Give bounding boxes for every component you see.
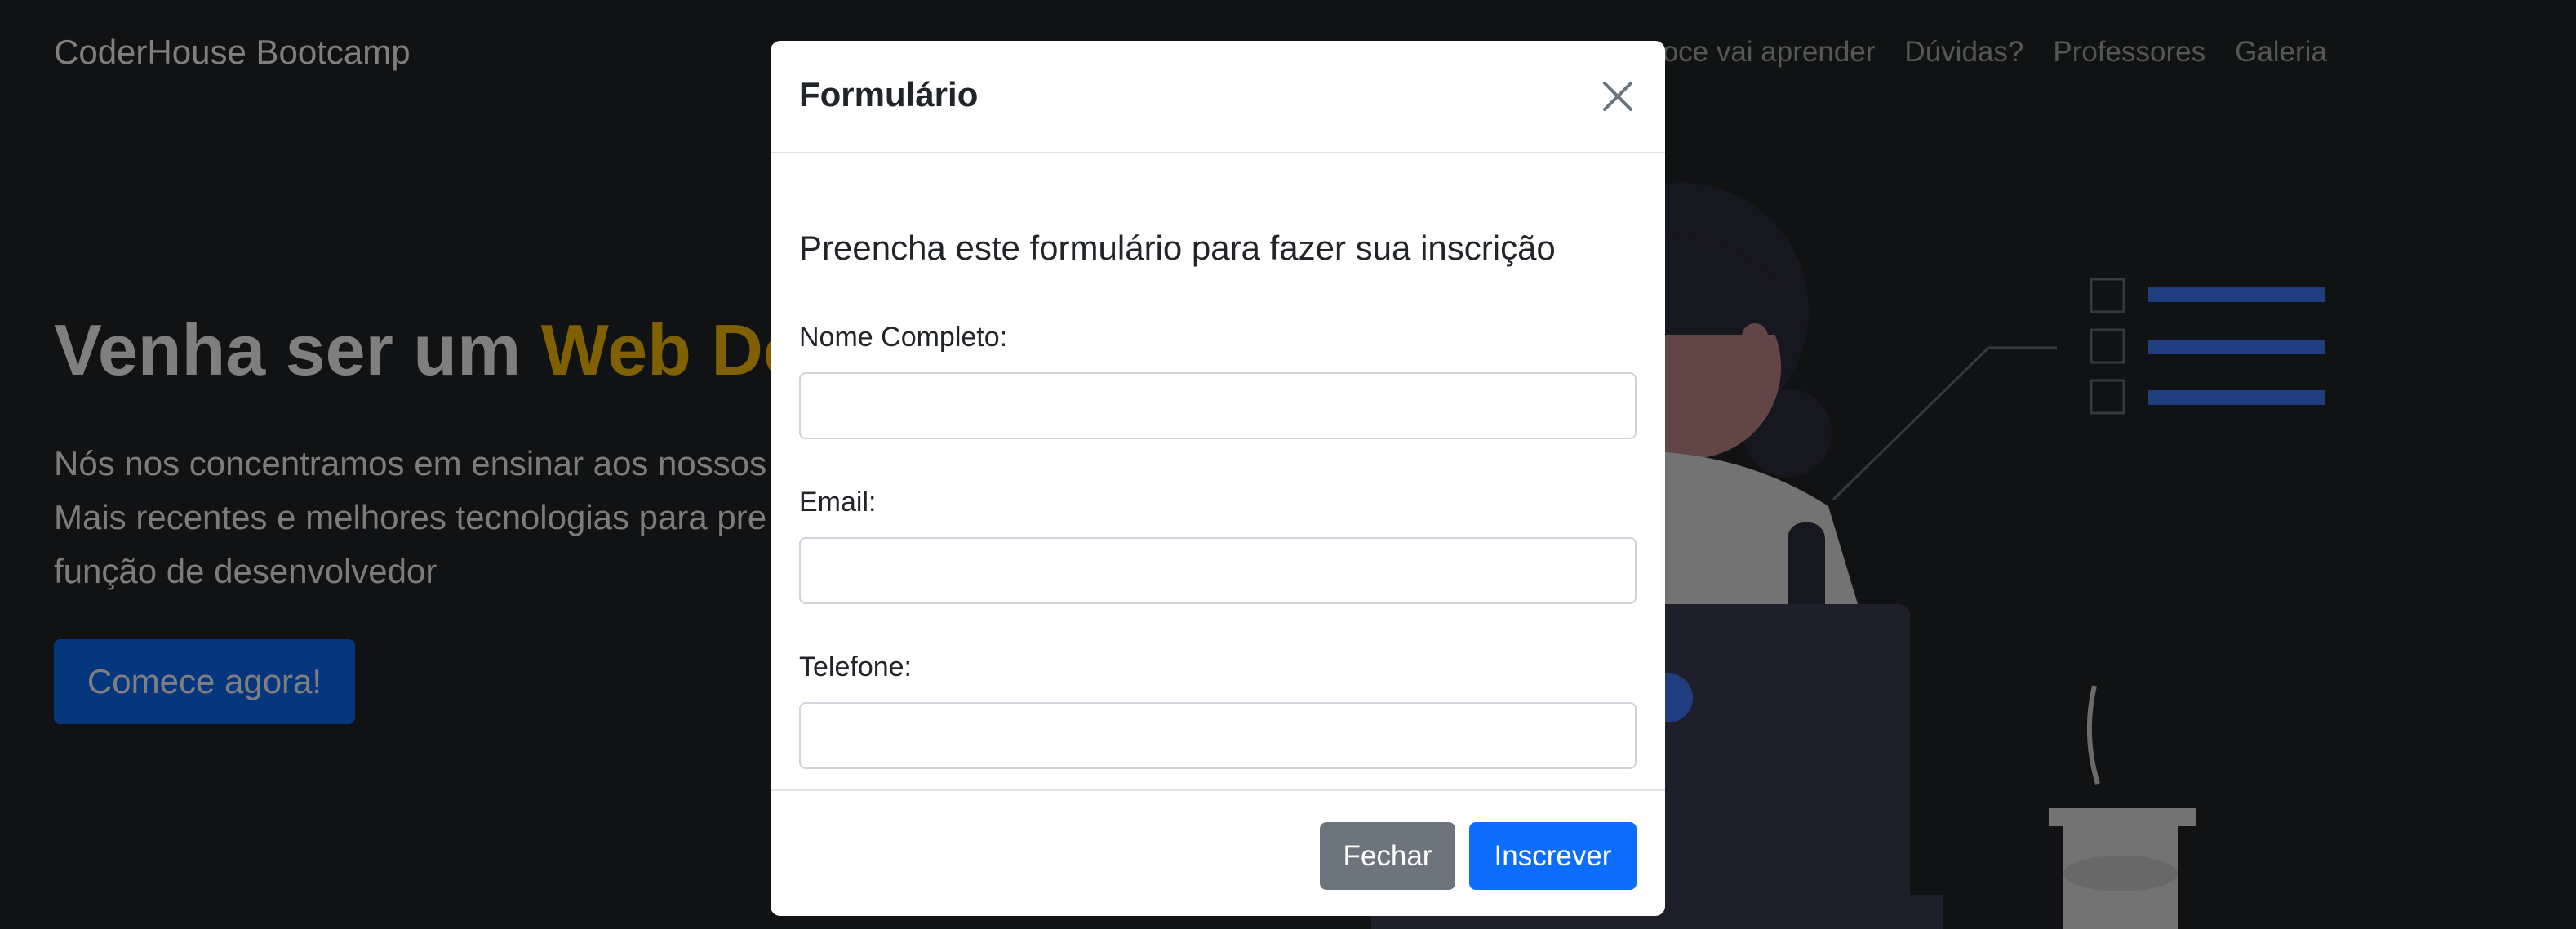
modal-header: Formulário bbox=[771, 41, 1665, 153]
modal-title: Formulário bbox=[799, 75, 979, 113]
phone-label: Telefone: bbox=[799, 651, 912, 682]
modal-footer: Fechar Inscrever bbox=[771, 789, 1665, 916]
email-input[interactable] bbox=[799, 537, 1637, 604]
close-icon[interactable] bbox=[1597, 75, 1639, 118]
form-intro: Preencha este formulário para fazer sua … bbox=[799, 229, 1556, 267]
email-label: Email: bbox=[799, 487, 877, 518]
phone-input[interactable] bbox=[799, 702, 1637, 769]
full-name-label: Nome Completo: bbox=[799, 322, 1008, 353]
full-name-input[interactable] bbox=[799, 372, 1637, 439]
subscribe-button[interactable]: Inscrever bbox=[1469, 822, 1637, 890]
close-button[interactable]: Fechar bbox=[1320, 822, 1455, 890]
signup-modal: Formulário Preencha este formulário para… bbox=[771, 41, 1665, 916]
